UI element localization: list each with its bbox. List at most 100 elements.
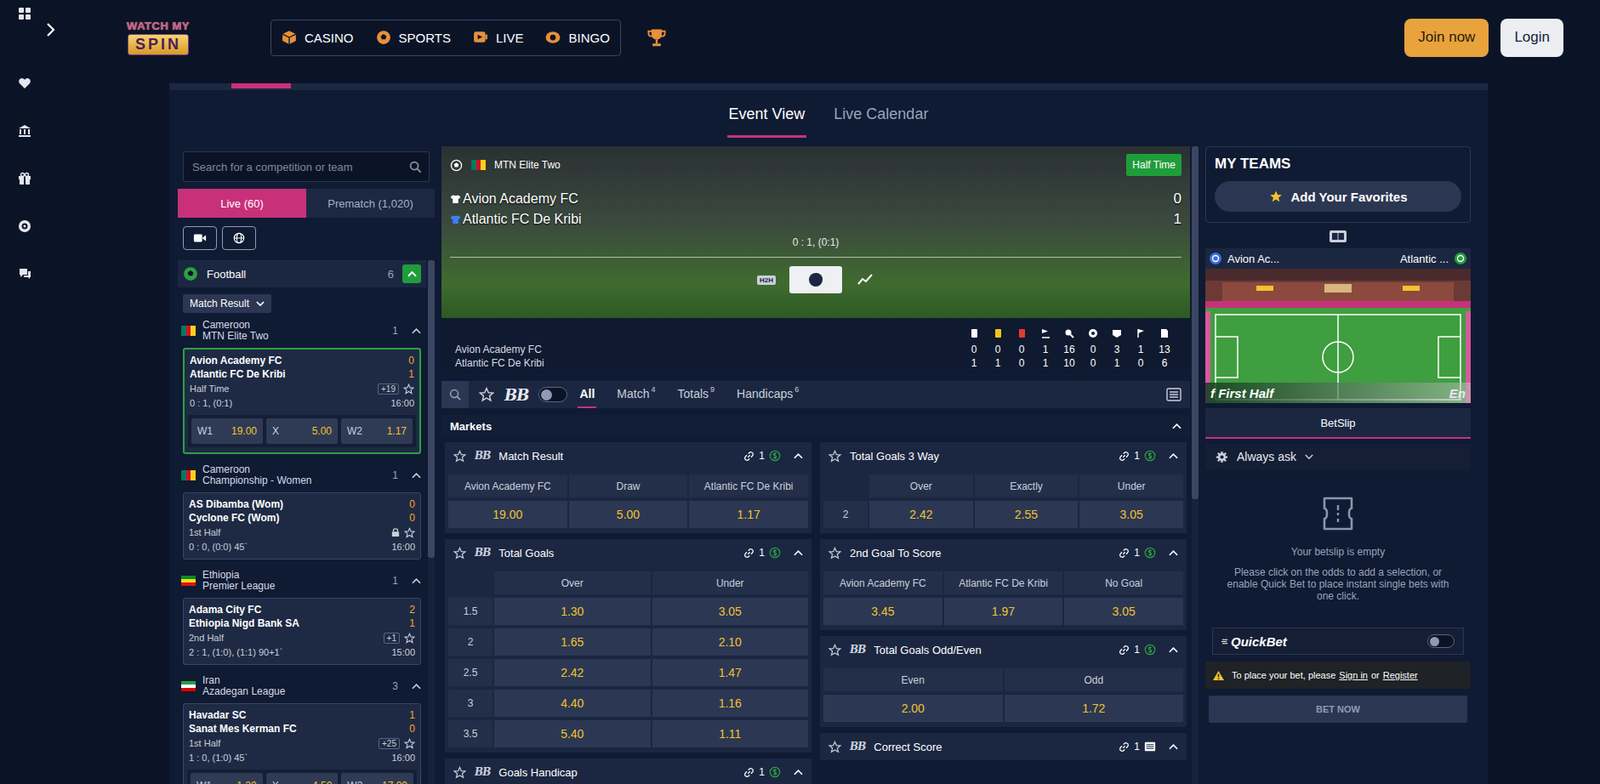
match-card[interactable]: AS Dibamba (Wom) 0 Cyclone FC (Wom) 0 1s… [182,492,422,560]
live-prematch-tab[interactable]: Prematch (1,020) [306,188,435,218]
market-header[interactable]: BB Match Result 1 [444,442,812,470]
star-icon[interactable] [404,738,416,750]
market-header[interactable]: BB Correct Score 1 [819,733,1187,761]
view-tab[interactable]: Live Calendar [831,90,930,138]
match-card[interactable]: Avion Academy FC 0 Atlantic FC De Kribi … [182,347,422,455]
odd-button[interactable]: 3.45 [823,597,943,626]
chevron-up-icon[interactable] [1168,743,1179,751]
view-button[interactable]: H2H [748,266,785,294]
list-view-icon[interactable] [1166,387,1182,402]
bet-now-button[interactable]: BET NOW [1208,695,1468,724]
odd-button[interactable]: W1 1.20 [190,773,263,784]
chevron-up-icon[interactable] [1168,452,1179,460]
quickbet-toggle[interactable] [1427,634,1455,649]
nav-item[interactable]: BINGO [545,29,610,46]
chevron-up-icon[interactable] [411,327,422,335]
markets-header[interactable]: Markets [441,415,1191,438]
nav-item[interactable]: CASINO [281,29,354,46]
star-icon[interactable] [453,449,467,463]
star-icon[interactable] [478,387,495,403]
star-icon[interactable] [403,383,415,395]
star-icon[interactable] [828,449,842,463]
more-markets-count[interactable]: +1 [383,632,400,644]
odd-button[interactable]: 1.65 [494,628,651,656]
market-header[interactable]: 2nd Goal To Score 1 [819,539,1187,567]
view-button[interactable] [847,266,883,294]
odd-button[interactable]: 1.47 [652,659,809,687]
odd-button[interactable]: 2.55 [974,501,1079,529]
market-filter-tab[interactable]: All [577,381,597,409]
match-card[interactable]: Adama City FC 2 Ethiopia Nigd Bank SA 1 … [182,597,422,666]
live-prematch-tab[interactable]: Live (60) [177,188,307,218]
auth-button[interactable]: Join now [1404,18,1489,57]
odd-button[interactable]: 3.05 [652,597,809,626]
odd-button[interactable]: 1.11 [652,720,809,748]
sport-row[interactable]: Football 6 [177,260,427,288]
chevron-up-icon[interactable] [793,549,803,557]
globe-filter-button[interactable] [222,226,257,251]
chevron-right-icon[interactable] [45,22,56,38]
chevron-up-icon[interactable] [793,452,803,460]
chevron-up-icon[interactable] [411,683,422,690]
sign-in-link[interactable]: Sign in [1338,670,1368,681]
market-filter-tab[interactable]: Handicaps 6 [734,381,801,409]
star-icon[interactable] [828,546,842,560]
chevron-up-icon[interactable] [411,472,422,479]
market-filter-tab[interactable]: Totals 9 [675,381,717,409]
nav-item[interactable]: LIVE [472,29,524,46]
gift-icon[interactable] [17,171,32,186]
market-header[interactable]: Total Goals 3 Way 1 [819,442,1187,470]
odd-button[interactable]: 4.40 [494,689,651,718]
search-input[interactable] [190,159,410,175]
logo[interactable]: WATCH MY SPIN [120,19,196,56]
odd-button[interactable]: 5.40 [494,720,651,748]
odd-button[interactable]: 2.42 [494,659,651,687]
view-tab[interactable]: Event View [727,90,808,138]
star-icon[interactable] [453,546,467,560]
star-icon[interactable] [404,527,416,539]
view-button[interactable] [789,266,843,294]
market-header[interactable]: BB Total Goals 1 [444,539,812,567]
odd-button[interactable]: 2.10 [652,628,809,656]
league-header[interactable]: Iran Azadegan League 3 [177,671,427,701]
star-icon[interactable] [404,632,416,644]
tracker-mode-icon[interactable] [1328,229,1348,244]
add-favorites-button[interactable]: Add Your Favorites [1214,181,1462,212]
video-filter-button[interactable] [182,226,217,251]
chevron-up-icon[interactable] [1168,646,1179,654]
odd-button[interactable]: 5.00 [569,501,689,529]
more-markets-count[interactable]: +25 [378,738,400,750]
chevron-up-icon[interactable] [411,577,422,585]
market-header[interactable]: BB Total Goals Odd/Even 1 [819,636,1187,664]
odd-button[interactable]: W1 19.00 [191,418,263,445]
sport-toggle[interactable] [402,264,422,284]
register-link[interactable]: Register [1383,670,1418,681]
scrollbar[interactable] [1191,146,1199,784]
league-header[interactable]: Cameroon MTN Elite Two 1 [177,316,427,346]
nav-item[interactable]: SPORTS [375,29,451,46]
scrollbar[interactable] [427,260,435,784]
chevron-up-icon[interactable] [793,768,803,776]
league-header[interactable]: Cameroon Championship - Women 1 [177,461,427,490]
odd-button[interactable]: 3.05 [1064,597,1184,626]
target-icon[interactable] [17,219,32,234]
auth-button[interactable]: Login [1500,18,1564,57]
odd-button[interactable]: 1.17 [688,501,809,529]
odd-button[interactable]: 2.00 [823,694,1003,723]
odd-button[interactable]: W2 17.00 [341,773,414,784]
betslip-tab[interactable]: BetSlip [1205,408,1471,439]
star-icon[interactable] [453,766,467,780]
odd-button[interactable]: 1.72 [1004,694,1185,723]
trophy-icon[interactable] [646,27,667,48]
grid-icon[interactable] [17,6,32,21]
market-type-select[interactable]: Match Result [182,294,272,314]
chat-icon[interactable] [17,267,32,281]
bank-icon[interactable] [17,124,32,138]
market-filter-tab[interactable]: Match 4 [614,381,657,409]
odd-button[interactable]: 3.05 [1079,501,1184,529]
odd-button[interactable]: 1.97 [944,597,1064,626]
star-icon[interactable] [828,740,842,754]
odd-button[interactable]: X 4.50 [266,773,339,784]
odd-button[interactable]: 19.00 [448,501,568,529]
market-search-button[interactable] [441,381,469,409]
